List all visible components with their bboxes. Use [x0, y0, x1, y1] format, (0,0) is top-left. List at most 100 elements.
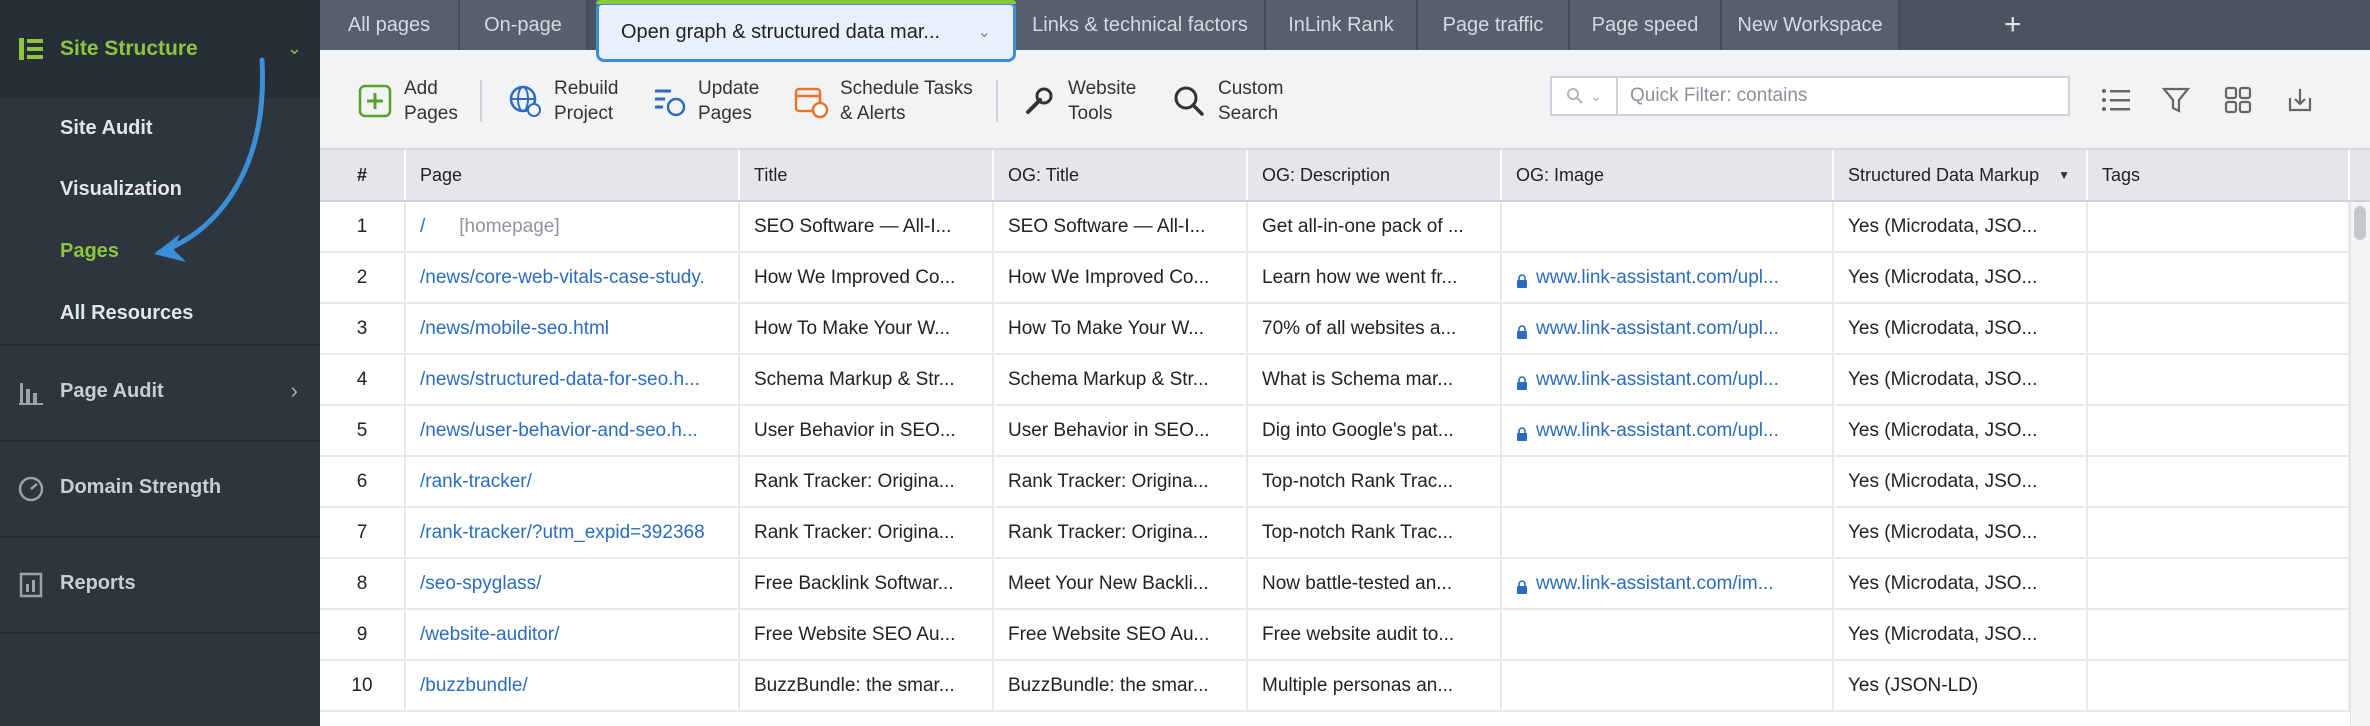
- scrollbar-thumb[interactable]: [2354, 206, 2366, 240]
- cell-number: 6: [320, 457, 406, 507]
- tab-on-page[interactable]: On-page: [460, 0, 588, 50]
- website-tools-button[interactable]: Website Tools: [1020, 74, 1136, 128]
- sidebar-section-domain-strength[interactable]: Domain Strength: [0, 442, 320, 536]
- cell-og-description: Top-notch Rank Trac...: [1248, 457, 1502, 507]
- cell-number: 5: [320, 406, 406, 456]
- column-header-title[interactable]: Title: [740, 150, 994, 200]
- cell-page[interactable]: /seo-spyglass/: [406, 559, 740, 609]
- page-url[interactable]: /: [420, 216, 425, 238]
- cell-og-title: Rank Tracker: Origina...: [994, 508, 1248, 558]
- table-row[interactable]: 3/news/mobile-seo.html How To Make Your W…: [320, 304, 2370, 355]
- cell-page[interactable]: /buzzbundle/: [406, 661, 740, 711]
- lock-icon: [1516, 425, 1528, 441]
- add-pages-button[interactable]: Add Pages: [356, 74, 458, 128]
- table-row[interactable]: 5/news/user-behavior-and-seo.h... User Be…: [320, 406, 2370, 457]
- cell-title: How To Make Your W...: [740, 304, 994, 354]
- cell-og-image[interactable]: www.link-assistant.com/upl...: [1502, 406, 1834, 456]
- update-icon: [650, 82, 688, 120]
- sidebar-section-label: Reports: [60, 572, 136, 594]
- sidebar: Site Structure ⌄ Site Audit Visualizatio…: [0, 0, 320, 726]
- cell-og-title: BuzzBundle: the smar...: [994, 661, 1248, 711]
- list-view-icon[interactable]: [2096, 80, 2136, 120]
- table-row[interactable]: 7/rank-tracker/?utm_expid=392368 Rank Tra…: [320, 508, 2370, 559]
- og-image-url[interactable]: www.link-assistant.com/upl...: [1536, 267, 1779, 289]
- filter-search-icon[interactable]: ⌄: [1552, 78, 1618, 114]
- cell-og-title: SEO Software — All-I...: [994, 202, 1248, 252]
- table-row[interactable]: 10/buzzbundle/BuzzBundle: the smar... Buz…: [320, 661, 2370, 712]
- og-image-url[interactable]: www.link-assistant.com/upl...: [1536, 318, 1779, 340]
- tab-links-technical[interactable]: Links & technical factors: [1016, 0, 1266, 50]
- custom-search-button[interactable]: Custom Search: [1170, 74, 1283, 128]
- cell-page[interactable]: /rank-tracker/: [406, 457, 740, 507]
- website-tools-label: Website Tools: [1068, 78, 1137, 124]
- rebuild-project-button[interactable]: Rebuild Project: [506, 74, 618, 128]
- sidebar-item-all-resources[interactable]: All Resources: [60, 302, 193, 325]
- table-row[interactable]: 1 / [homepage] SEO Software — All-I... SEO S…: [320, 202, 2370, 253]
- tab-open-graph[interactable]: Open graph & structured data mar... ⌄: [596, 0, 1016, 62]
- globe-refresh-icon: [506, 82, 544, 120]
- add-tab-icon[interactable]: +: [2004, 8, 2022, 42]
- tab-page-speed[interactable]: Page speed: [1570, 0, 1722, 50]
- rebuild-project-label: Rebuild Project: [554, 78, 619, 124]
- quick-filter-input[interactable]: [1620, 78, 2068, 114]
- cell-title: Schema Markup & Str...: [740, 355, 994, 405]
- cell-og-image[interactable]: www.link-assistant.com/upl...: [1502, 253, 1834, 303]
- chevron-down-icon[interactable]: ⌄: [978, 22, 991, 42]
- cell-structured-data: Yes (Microdata, JSO...: [1834, 406, 2088, 456]
- cell-og-image[interactable]: www.link-assistant.com/im...: [1502, 559, 1834, 609]
- column-header-number[interactable]: #: [320, 150, 406, 200]
- column-header-page[interactable]: Page: [406, 150, 740, 200]
- filter-icon[interactable]: [2156, 80, 2196, 120]
- tab-page-traffic[interactable]: Page traffic: [1418, 0, 1570, 50]
- cell-tags: [2088, 253, 2350, 303]
- cell-page[interactable]: /rank-tracker/?utm_expid=392368: [406, 508, 740, 558]
- table-row[interactable]: 4/news/structured-data-for-seo.h... Schem…: [320, 355, 2370, 406]
- update-pages-button[interactable]: Update Pages: [650, 74, 759, 128]
- cell-tags: [2088, 610, 2350, 660]
- cell-number: 8: [320, 559, 406, 609]
- og-image-url[interactable]: www.link-assistant.com/upl...: [1536, 369, 1779, 391]
- cell-og-image: [1502, 457, 1834, 507]
- cell-number: 7: [320, 508, 406, 558]
- column-header-og-description[interactable]: OG: Description: [1248, 150, 1502, 200]
- cell-tags: [2088, 457, 2350, 507]
- vertical-scrollbar[interactable]: [2350, 202, 2370, 726]
- tab-inlink-rank[interactable]: InLink Rank: [1266, 0, 1418, 50]
- sidebar-item-pages[interactable]: Pages: [60, 240, 119, 263]
- sidebar-section-page-audit[interactable]: Page Audit ›: [0, 346, 320, 440]
- cell-page[interactable]: /news/structured-data-for-seo.h...: [406, 355, 740, 405]
- cell-page[interactable]: / [homepage]: [406, 202, 740, 252]
- grid-view-icon[interactable]: [2218, 80, 2258, 120]
- tab-new-workspace[interactable]: New Workspace: [1722, 0, 1900, 50]
- cell-number: 4: [320, 355, 406, 405]
- cell-page[interactable]: /news/core-web-vitals-case-study.: [406, 253, 740, 303]
- export-icon[interactable]: [2280, 80, 2320, 120]
- column-header-tags[interactable]: Tags: [2088, 150, 2350, 200]
- sidebar-item-site-audit[interactable]: Site Audit: [60, 117, 153, 140]
- divider: [0, 632, 320, 634]
- sort-desc-icon[interactable]: ▼: [2058, 168, 2070, 182]
- schedule-icon: [792, 82, 830, 120]
- schedule-tasks-button[interactable]: Schedule Tasks & Alerts: [792, 74, 973, 128]
- column-header-structured-data[interactable]: Structured Data Markup ▼: [1834, 150, 2088, 200]
- lock-icon: [1516, 272, 1528, 288]
- tab-all-pages[interactable]: All pages: [320, 0, 460, 50]
- og-image-url[interactable]: www.link-assistant.com/upl...: [1536, 420, 1779, 442]
- table-row[interactable]: 6/rank-tracker/Rank Tracker: Origina... R…: [320, 457, 2370, 508]
- og-image-url[interactable]: www.link-assistant.com/im...: [1536, 573, 1774, 595]
- table-row[interactable]: 8/seo-spyglass/Free Backlink Softwar... M…: [320, 559, 2370, 610]
- table-row[interactable]: 2/news/core-web-vitals-case-study. How We…: [320, 253, 2370, 304]
- cell-og-image[interactable]: www.link-assistant.com/upl...: [1502, 304, 1834, 354]
- column-header-og-title[interactable]: OG: Title: [994, 150, 1248, 200]
- cell-page[interactable]: /news/mobile-seo.html: [406, 304, 740, 354]
- update-pages-label: Update Pages: [698, 78, 760, 124]
- cell-tags: [2088, 202, 2350, 252]
- cell-og-image[interactable]: www.link-assistant.com/upl...: [1502, 355, 1834, 405]
- cell-page[interactable]: /website-auditor/: [406, 610, 740, 660]
- cell-og-description: Top-notch Rank Trac...: [1248, 508, 1502, 558]
- column-header-og-image[interactable]: OG: Image: [1502, 150, 1834, 200]
- table-row[interactable]: 9/website-auditor/Free Website SEO Au...…: [320, 610, 2370, 661]
- sidebar-section-reports[interactable]: Reports: [0, 538, 320, 632]
- cell-page[interactable]: /news/user-behavior-and-seo.h...: [406, 406, 740, 456]
- search-icon: [1170, 82, 1208, 120]
